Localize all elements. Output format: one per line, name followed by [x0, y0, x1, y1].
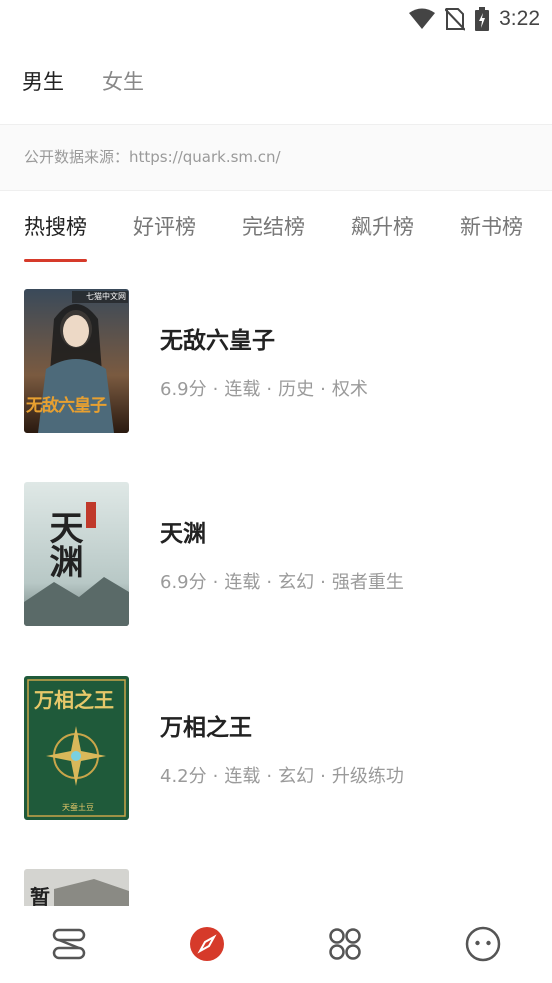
list-item[interactable]: 万相之王 天蚕土豆 万相之王 4.2分 · 连载 · 玄幻 · 升级练功	[0, 676, 552, 836]
compass-icon	[190, 927, 224, 961]
tab-rising[interactable]: 飙升榜	[351, 205, 414, 249]
list-item[interactable]: 暂	[0, 869, 552, 906]
cover-author: 天蚕土豆	[62, 803, 94, 812]
book-title[interactable]: 天渊	[160, 514, 206, 548]
book-list: 七猫中文网 无敌六皇子 无敌六皇子 6.9分 · 连载 · 历史 · 权术 天渊…	[0, 289, 552, 906]
smiley-icon	[465, 926, 501, 962]
status-bar: 3:22	[0, 0, 552, 40]
wifi-icon	[409, 8, 436, 29]
book-title[interactable]: 无敌六皇子	[160, 321, 275, 355]
book-tag: 强者重生	[331, 572, 404, 593]
book-cover[interactable]: 万相之王 天蚕土豆	[24, 676, 129, 820]
divider	[0, 124, 552, 125]
cover-title: 无敌六皇子	[26, 396, 107, 416]
bookshelf-icon	[52, 928, 86, 960]
tab-top-rated[interactable]: 好评榜	[133, 205, 196, 249]
battery-charging-icon	[475, 7, 490, 31]
tab-female[interactable]: 女生	[102, 66, 144, 96]
source-notice-bar: 公开数据来源：https://quark.sm.cn/	[0, 124, 552, 190]
tab-male[interactable]: 男生	[22, 66, 64, 96]
nav-category[interactable]	[325, 924, 365, 964]
status-icons: 3:22	[409, 6, 540, 32]
active-tab-indicator	[24, 259, 87, 262]
grid-icon	[329, 928, 361, 960]
book-score: 6.9分	[160, 572, 207, 593]
list-item[interactable]: 七猫中文网 无敌六皇子 无敌六皇子 6.9分 · 连载 · 历史 · 权术	[0, 289, 552, 449]
no-sim-icon	[445, 8, 466, 31]
bottom-nav	[0, 906, 552, 983]
book-cover[interactable]: 天渊	[24, 482, 129, 626]
status-time: 3:22	[499, 7, 540, 30]
cover-title: 万相之王	[34, 688, 114, 712]
book-cover[interactable]: 暂	[24, 869, 129, 906]
book-category: 玄幻	[278, 572, 315, 593]
tab-new-books[interactable]: 新书榜	[460, 205, 523, 249]
gender-tabs: 男生 女生	[22, 60, 144, 102]
book-title[interactable]	[160, 899, 260, 906]
book-category: 玄幻	[278, 766, 315, 787]
list-item[interactable]: 天渊 天渊 6.9分 · 连载 · 玄幻 · 强者重生	[0, 482, 552, 642]
book-meta: 6.9分 · 连载 · 玄幻 · 强者重生	[160, 572, 404, 593]
nav-bookshelf[interactable]	[49, 924, 89, 964]
book-category: 历史	[278, 379, 315, 400]
cover-title: 暂	[30, 885, 50, 906]
book-meta: 6.9分 · 连载 · 历史 · 权术	[160, 379, 368, 400]
book-status: 连载	[224, 766, 261, 787]
source-notice: 公开数据来源：https://quark.sm.cn/	[24, 148, 281, 166]
cover-title: 天渊	[43, 510, 83, 578]
book-tag: 升级练功	[331, 766, 404, 787]
divider	[0, 190, 552, 191]
book-status: 连载	[224, 379, 261, 400]
nav-profile[interactable]	[463, 924, 503, 964]
cover-badge: 七猫中文网	[86, 292, 126, 301]
nav-discover[interactable]	[187, 924, 227, 964]
book-tag: 权术	[331, 379, 368, 400]
book-meta: 4.2分 · 连载 · 玄幻 · 升级练功	[160, 766, 404, 787]
rank-tabs: 热搜榜 好评榜 完结榜 飙升榜 新书榜	[24, 205, 523, 249]
tab-completed[interactable]: 完结榜	[242, 205, 305, 249]
book-title[interactable]: 万相之王	[160, 708, 252, 742]
book-score: 6.9分	[160, 379, 207, 400]
book-status: 连载	[224, 572, 261, 593]
book-cover[interactable]: 七猫中文网 无敌六皇子	[24, 289, 129, 433]
book-score: 4.2分	[160, 766, 207, 787]
tab-hot-search[interactable]: 热搜榜	[24, 205, 87, 249]
